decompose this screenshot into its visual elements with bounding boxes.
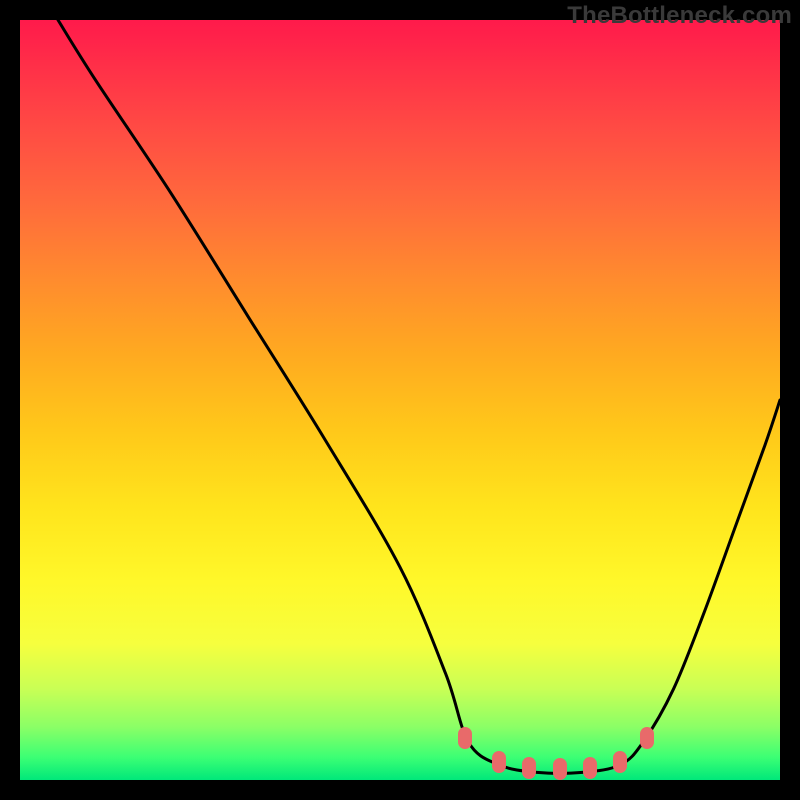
chart-frame: TheBottleneck.com bbox=[0, 0, 800, 800]
valley-marker bbox=[583, 757, 597, 779]
valley-marker bbox=[458, 727, 472, 749]
watermark-text: TheBottleneck.com bbox=[567, 2, 792, 30]
valley-marker bbox=[492, 751, 506, 773]
valley-marker bbox=[522, 757, 536, 779]
valley-marker bbox=[553, 758, 567, 780]
plot-area bbox=[20, 20, 780, 780]
marker-layer bbox=[20, 20, 780, 780]
valley-marker bbox=[640, 727, 654, 749]
valley-marker bbox=[613, 751, 627, 773]
